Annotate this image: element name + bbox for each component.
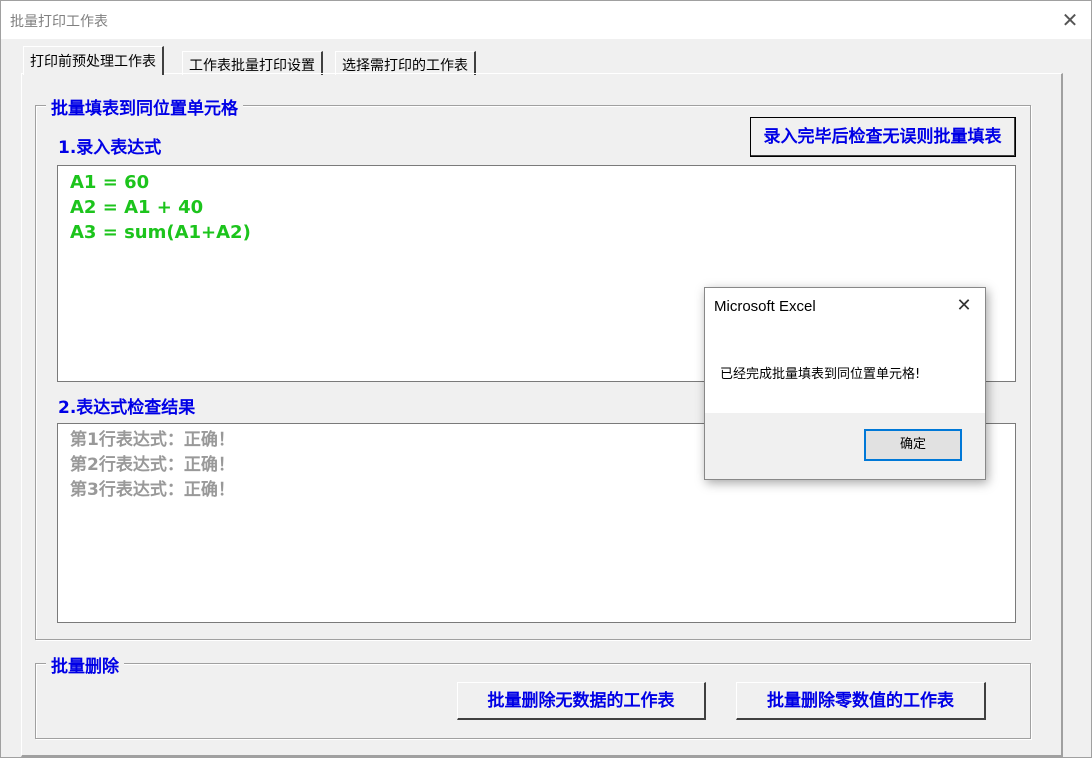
tab-print-settings[interactable]: 工作表批量打印设置 bbox=[182, 51, 323, 75]
title-bar: 批量打印工作表 ✕ bbox=[1, 1, 1091, 39]
expression-line: A2 = A1 + 40 bbox=[70, 197, 204, 218]
tab-label: 选择需打印的工作表 bbox=[342, 58, 468, 74]
delete-zero-sheets-button[interactable]: 批量删除零数值的工作表 bbox=[736, 682, 986, 720]
dialog-title: Microsoft Excel bbox=[714, 298, 816, 315]
dialog-footer: 确定 bbox=[705, 413, 985, 479]
step1-label: 1.录入表达式 bbox=[58, 138, 162, 158]
delete-empty-sheets-button[interactable]: 批量删除无数据的工作表 bbox=[457, 682, 706, 720]
result-line: 第3行表达式：正确！ bbox=[70, 480, 235, 500]
message-dialog: Microsoft Excel ✕ 已经完成批量填表到同位置单元格! 确定 bbox=[704, 287, 986, 480]
dialog-close-icon[interactable]: ✕ bbox=[952, 294, 976, 318]
dialog-message: 已经完成批量填表到同位置单元格! bbox=[720, 367, 921, 382]
delete-group-legend: 批量删除 bbox=[46, 652, 124, 677]
window-title: 批量打印工作表 bbox=[10, 14, 108, 30]
batch-fill-button[interactable]: 录入完毕后检查无误则批量填表 bbox=[750, 117, 1016, 157]
expression-line: A3 = sum(A1+A2) bbox=[70, 222, 251, 243]
tab-select-sheets[interactable]: 选择需打印的工作表 bbox=[335, 51, 476, 75]
batch-fill-button-label: 录入完毕后检查无误则批量填表 bbox=[763, 127, 1002, 147]
tab-label: 工作表批量打印设置 bbox=[189, 58, 315, 74]
dialog-ok-button[interactable]: 确定 bbox=[864, 429, 962, 461]
expression-line: A1 = 60 bbox=[70, 172, 150, 193]
delete-empty-button-label: 批量删除无数据的工作表 bbox=[487, 691, 675, 711]
delete-zero-button-label: 批量删除零数值的工作表 bbox=[767, 691, 954, 711]
tab-preprocess[interactable]: 打印前预处理工作表 bbox=[23, 46, 164, 75]
main-window: 批量打印工作表 ✕ 打印前预处理工作表 工作表批量打印设置 选择需打印的工作表 … bbox=[0, 0, 1092, 758]
window-close-icon[interactable]: ✕ bbox=[1057, 7, 1083, 33]
step2-label: 2.表达式检查结果 bbox=[58, 398, 196, 418]
tab-label: 打印前预处理工作表 bbox=[30, 54, 156, 70]
fill-group-legend: 批量填表到同位置单元格 bbox=[46, 94, 243, 119]
